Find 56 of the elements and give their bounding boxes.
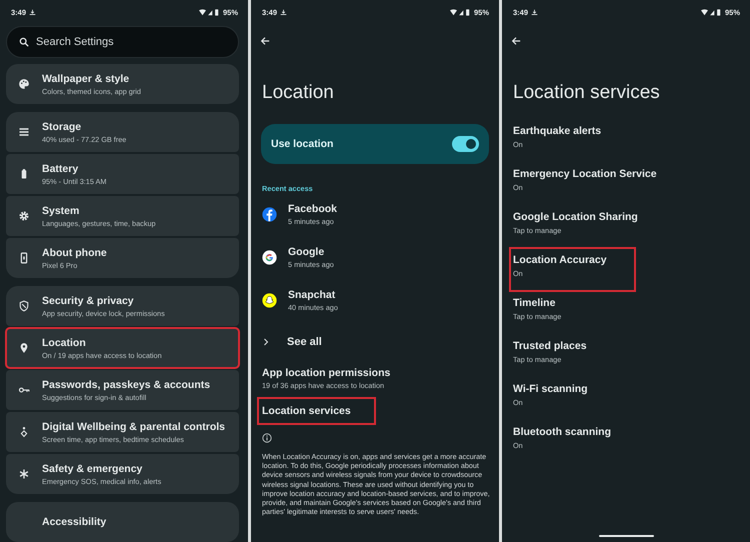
item-title: Trusted places xyxy=(513,340,588,352)
shield-icon xyxy=(18,300,30,312)
item-title: Accessibility xyxy=(42,516,106,528)
search-icon xyxy=(19,37,29,47)
app-name: Facebook xyxy=(288,203,338,215)
phone-icon xyxy=(18,252,30,264)
item-title: Earthquake alerts xyxy=(513,125,602,137)
asterisk-icon xyxy=(18,468,30,480)
app-logo-icon xyxy=(262,250,277,265)
settings-icon xyxy=(18,210,30,222)
page-title: Location services xyxy=(513,82,661,104)
item-title: App location permissions xyxy=(262,367,390,379)
palette-icon xyxy=(18,78,30,90)
search-field[interactable]: Search Settings xyxy=(6,26,239,58)
item-title: Location xyxy=(42,336,87,348)
item-title: Location services xyxy=(262,405,351,417)
app-logo-icon xyxy=(262,293,277,308)
back-arrow-icon[interactable] xyxy=(260,36,270,46)
download-icon xyxy=(29,8,36,16)
item-title: Emergency Location Service xyxy=(513,168,658,180)
back-arrow-icon[interactable] xyxy=(511,36,521,46)
app-logo-icon xyxy=(262,207,277,222)
status-icons xyxy=(450,8,471,16)
download-icon xyxy=(531,8,538,16)
item-title: Wallpaper & style xyxy=(42,72,130,84)
item-title: Digital Wellbeing & parental controls xyxy=(42,420,225,432)
location-pin-icon xyxy=(18,342,30,354)
item-title: Timeline xyxy=(513,297,556,309)
toggle-label: Use location xyxy=(271,138,334,150)
item-title: Passwords, passkeys & accounts xyxy=(42,378,210,390)
app-name: Snapchat xyxy=(288,289,336,301)
item-title: Wi-Fi scanning xyxy=(513,383,589,395)
settings-item[interactable]: Accessibility xyxy=(6,502,239,542)
item-title: Security & privacy xyxy=(42,294,135,306)
item-title: Bluetooth scanning xyxy=(513,426,612,438)
chevron-right-icon xyxy=(263,338,269,346)
item-title: Google Location Sharing xyxy=(513,211,639,223)
storage-icon xyxy=(18,126,30,138)
item-title: System xyxy=(42,204,80,216)
toggle-switch[interactable] xyxy=(452,136,479,152)
item-title: Safety & emergency xyxy=(42,462,144,474)
item-title: Storage xyxy=(42,120,82,132)
item-title: Location Accuracy xyxy=(513,254,608,266)
app-name: Google xyxy=(288,246,326,258)
settings-item[interactable]: Location services xyxy=(258,398,375,424)
status-icons xyxy=(700,8,722,16)
wellbeing-icon xyxy=(18,426,30,438)
info-icon xyxy=(262,433,272,443)
item-title: About phone xyxy=(42,246,107,258)
use-location-card[interactable]: Use location xyxy=(261,124,489,164)
see-all-link[interactable]: See all xyxy=(251,322,499,362)
item-title: Battery xyxy=(42,162,80,174)
status-icons xyxy=(198,8,220,16)
download-icon xyxy=(280,8,288,16)
page-title: Location xyxy=(262,82,335,104)
see-all-label: See all xyxy=(287,336,322,348)
